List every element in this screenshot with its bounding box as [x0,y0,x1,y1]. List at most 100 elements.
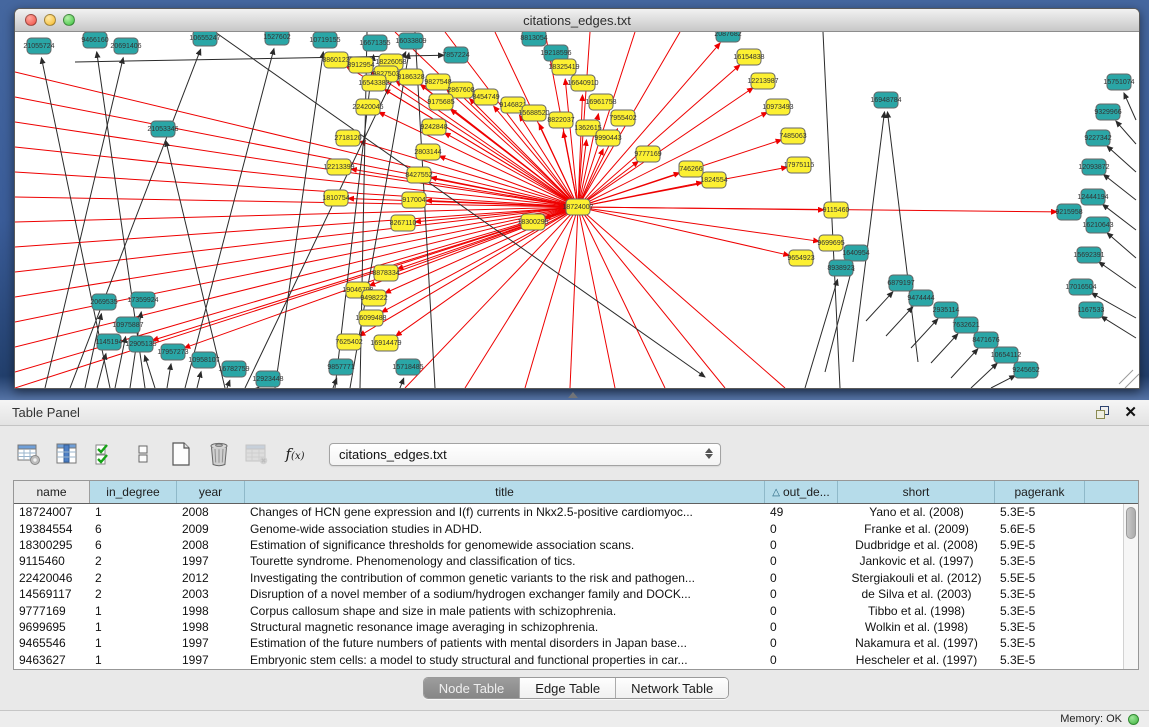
graph-node-teal[interactable]: 16671355 [359,35,390,51]
network-canvas[interactable]: 2105572494661602069140610655247152760210… [15,32,1139,388]
graph-node-teal[interactable]: 17957273 [157,344,188,360]
graph-node-yellow[interactable]: 8822037 [547,112,574,128]
vertical-scrollbar[interactable] [1123,504,1138,669]
citation-edge-black[interactable] [911,319,938,348]
graph-node-yellow[interactable]: 9175685 [427,94,454,110]
graph-node-teal[interactable]: 9466160 [81,32,108,48]
column-header-name[interactable]: name [14,481,90,503]
graph-node-yellow[interactable]: 8912954 [347,57,374,73]
tab-node-table[interactable]: Node Table [424,678,521,698]
graph-node-teal[interactable]: 9227342 [1084,130,1111,146]
table-row[interactable]: 2242004622012Investigating the contribut… [14,570,1123,586]
citation-edge-black[interactable] [825,265,853,372]
citation-edge-black[interactable] [185,49,274,388]
graph-node-teal[interactable]: 10719155 [309,32,340,48]
column-header-short[interactable]: short [838,481,995,503]
table-row[interactable]: 1830029562008Estimation of significance … [14,537,1123,553]
graph-node-yellow[interactable]: 1824554 [700,172,727,188]
graph-node-teal[interactable]: 15751074 [1103,74,1134,90]
graph-node-yellow[interactable]: 16099488 [355,310,386,326]
citation-edge-black[interactable] [167,364,171,388]
table-row[interactable]: 1456911722003Disruption of a novel membe… [14,586,1123,602]
graph-node-teal[interactable]: 12444194 [1077,189,1108,205]
column-header-title[interactable]: title [245,481,765,503]
graph-node-teal[interactable]: 1167533 [1078,302,1105,318]
graph-node-teal[interactable]: 8471676 [972,332,999,348]
citation-edge-black[interactable] [853,112,885,362]
citation-edge-red[interactable] [396,207,578,336]
citation-edge-black[interactable] [1099,262,1136,288]
graph-node-teal[interactable]: 16033809 [395,33,426,49]
graph-node-teal[interactable]: 20691406 [110,38,141,54]
close-window-button[interactable] [25,14,37,26]
table-row[interactable]: 946362711997Embryonic stem cells: a mode… [14,652,1123,668]
graph-node-yellow[interactable]: 16640910 [567,75,598,91]
graph-node-teal[interactable]: 12905135 [125,336,156,352]
citation-edge-black[interactable] [886,307,913,336]
new-table-button[interactable] [169,441,193,467]
graph-node-teal[interactable]: 17016504 [1065,279,1096,295]
delete-table-button-disabled[interactable] [245,441,269,467]
function-builder-button[interactable]: f(x) [283,441,307,467]
graph-node-teal[interactable]: 10958107 [188,352,219,368]
graph-node-teal[interactable]: 2069535 [90,294,117,310]
graph-node-teal[interactable]: 9329966 [1094,104,1121,120]
graph-node-yellow[interactable]: 9699695 [817,235,844,251]
table-mode-button[interactable] [131,441,155,467]
table-row[interactable]: 946554611997Estimation of the future num… [14,635,1123,651]
citation-edge-black[interactable] [887,112,918,362]
graph-node-yellow[interactable]: 18325419 [548,59,579,75]
graph-node-teal[interactable]: 16210643 [1082,217,1113,233]
close-panel-icon[interactable]: ✕ [1124,405,1137,420]
float-panel-icon[interactable] [1096,406,1110,419]
citation-edge-black[interactable] [1124,93,1136,120]
column-header-pagerank[interactable]: pagerank [995,481,1085,503]
graph-node-yellow[interactable]: 18300295 [517,214,548,230]
graph-node-teal[interactable]: 6879197 [887,275,914,291]
citation-edge-red[interactable] [578,112,767,207]
graph-node-yellow[interactable]: 9777169 [634,146,661,162]
graph-node-yellow[interactable]: 17975115 [784,157,815,173]
network-view-window[interactable]: citations_edges.txt 21055724946616020691… [14,8,1140,389]
graph-node-yellow[interactable]: 9498222 [360,290,387,306]
graph-node-yellow[interactable]: 8267110 [390,215,417,231]
graph-node-yellow[interactable]: 917004 [402,192,426,208]
citation-edge-red[interactable] [578,207,819,241]
tab-network-table[interactable]: Network Table [616,678,728,698]
citation-edge-black[interactable] [991,375,1015,388]
citation-edge-red[interactable] [578,207,789,255]
citation-edge-black[interactable] [931,334,958,363]
column-visibility-button[interactable] [55,441,79,467]
citation-edge-black[interactable] [197,372,201,388]
graph-node-yellow[interactable]: 9990443 [594,130,621,146]
graph-node-teal[interactable]: 10975887 [112,317,143,333]
graph-node-teal[interactable]: 21055724 [23,38,54,54]
splitter-grip[interactable] [568,392,578,398]
graph-node-teal[interactable]: 1527602 [263,32,290,45]
graph-node-yellow[interactable]: 8878334 [372,265,399,281]
graph-node-teal[interactable]: 9474444 [907,290,934,306]
graph-node-yellow[interactable]: 16543382 [358,75,389,91]
citation-edge-black[interactable] [805,279,838,388]
graph-node-yellow[interactable]: 9242848 [420,119,447,135]
column-header-in_degree[interactable]: in_degree [90,481,177,503]
scrollbar-thumb[interactable] [1126,507,1136,539]
graph-node-teal[interactable]: 1145194 [96,334,123,350]
graph-node-yellow[interactable]: 8427552 [405,167,432,183]
graph-node-yellow[interactable]: 2803144 [414,144,441,160]
graph-node-yellow[interactable]: 8860123 [322,52,349,68]
zoom-window-button[interactable] [63,14,75,26]
citation-edge-black[interactable] [1107,233,1136,258]
column-header-out_degree[interactable]: △out_de... [765,481,838,503]
citation-edge-red[interactable] [570,207,578,388]
citation-edge-black[interactable] [1107,146,1136,172]
graph-node-yellow[interactable]: 12213987 [747,73,778,89]
row-select-button[interactable] [93,441,117,467]
graph-node-teal[interactable]: 15718485 [392,359,423,375]
table-panel-header[interactable]: Table Panel ✕ [0,400,1149,426]
citation-edge-black[interactable] [227,380,230,388]
graph-node-yellow[interactable]: 16154838 [733,49,764,65]
citation-edge-red[interactable] [15,122,578,207]
graph-node-teal[interactable]: 2087682 [714,32,741,42]
graph-node-yellow[interactable]: 22420046 [352,99,383,115]
